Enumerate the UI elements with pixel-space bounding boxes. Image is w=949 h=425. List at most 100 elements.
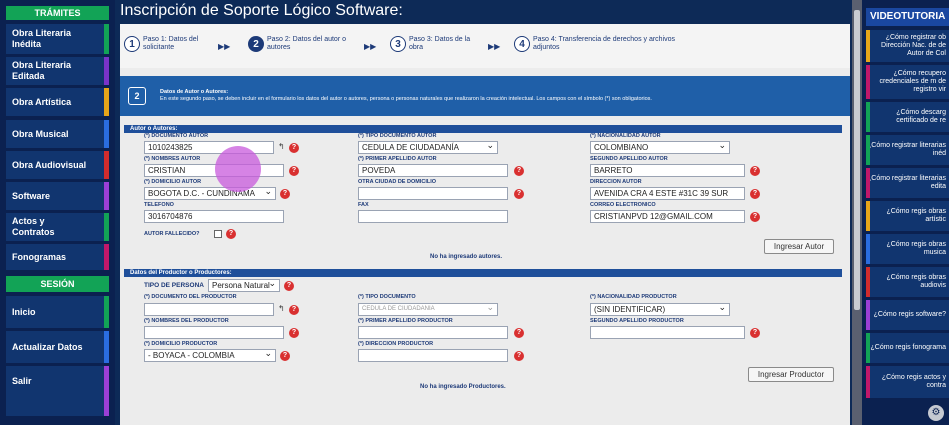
click-highlight [215, 146, 261, 192]
video-link-label: ¿Cómo regis obras artístic [886, 208, 946, 223]
help-icon[interactable]: ? [514, 328, 524, 338]
tipo-persona-select[interactable]: Persona Natural [208, 279, 280, 292]
correo-input[interactable]: CRISTIANPVD 12@GMAIL.COM [590, 210, 745, 223]
step-number: 1 [124, 36, 140, 52]
ingresar-productor-button[interactable]: Ingresar Productor [748, 367, 834, 382]
sidebar-item-obra-audiovisual[interactable]: Obra Audiovisual [6, 151, 109, 179]
search-icon[interactable]: ↰ [278, 142, 285, 151]
scrollbar-thumb[interactable] [854, 10, 860, 310]
search-icon[interactable]: ↰ [278, 304, 285, 313]
step-4[interactable]: 4 Paso 4: Transferencia de derechos y ar… [514, 36, 683, 52]
nombres-autor-input[interactable]: CRISTIAN [144, 164, 284, 177]
video-link[interactable]: ¿Cómo regis obras audiovis [866, 267, 949, 297]
video-link[interactable]: ¿Cómo registrar literarias edita [866, 168, 949, 198]
video-link-label: ¿Cómo regis fonograma [870, 344, 946, 351]
video-link[interactable]: ¿Cómo recupero credenciales de m de regi… [866, 65, 949, 99]
help-icon[interactable]: ? [280, 189, 290, 199]
video-link[interactable]: ¿Cómo registrar ob Dirección Nac. de de … [866, 30, 949, 62]
sidebar-item-fonogramas[interactable]: Fonogramas [6, 244, 109, 270]
help-icon[interactable]: ? [289, 166, 299, 176]
gear-icon[interactable]: ⚙ [928, 405, 944, 421]
sidebar-item-actos-contratos[interactable]: Actos y Contratos [6, 213, 109, 241]
nacionalidad-productor-select[interactable]: (SIN IDENTIFICAR) [590, 303, 730, 316]
fallecido-checkbox[interactable] [214, 230, 222, 238]
primer-apellido-autor-label: (*) PRIMER APELLIDO AUTOR [358, 156, 437, 162]
help-icon[interactable]: ? [514, 351, 524, 361]
sidebar-item-obra-literaria-editada[interactable]: Obra Literaria Editada [6, 57, 109, 85]
video-link-label: ¿Cómo regis obras musica [886, 241, 946, 256]
fax-input[interactable] [358, 210, 508, 223]
sidebar-item-label: Obra Musical [12, 128, 69, 139]
sidebar-item-color-bar [104, 120, 109, 148]
sidebar-item-software[interactable]: Software [6, 182, 109, 210]
nombres-productor-input[interactable] [144, 326, 284, 339]
video-color-bar [866, 234, 870, 264]
nombres-autor-label: (*) NOMBRES AUTOR [144, 156, 201, 162]
video-color-bar [866, 65, 870, 99]
otra-ciudad-input[interactable] [358, 187, 508, 200]
primer-apellido-productor-input[interactable] [358, 326, 508, 339]
step-number: 4 [514, 36, 530, 52]
otra-ciudad-label: OTRA CIUDAD DE DOMICILIO [358, 179, 437, 185]
video-link[interactable]: ¿Cómo descarg certificado de re [866, 102, 949, 132]
help-icon[interactable]: ? [289, 328, 299, 338]
tipo-doc-autor-label: (*) TIPO DOCUMENTO AUTOR [358, 133, 437, 139]
sidebar-item-label: Actualizar Datos [12, 341, 83, 352]
sidebar-item-actualizar-datos[interactable]: Actualizar Datos [6, 331, 109, 363]
video-link[interactable]: ¿Cómo regis actos y contra [866, 366, 949, 398]
domicilio-autor-select[interactable]: BOGOTA D.C. - CUNDINAMA [144, 187, 276, 200]
video-color-bar [866, 267, 870, 297]
nacionalidad-productor-label: (*) NACIONALIDAD PRODUCTOR [590, 294, 677, 300]
sidebar-item-salir[interactable]: Salir [6, 366, 109, 416]
video-color-bar [866, 135, 870, 165]
video-link[interactable]: ¿Cómo regis fonograma [866, 333, 949, 363]
sidebar-item-inicio[interactable]: Inicio [6, 296, 109, 328]
videotutorials-heading: VIDEOTUTORIA [866, 8, 949, 26]
help-icon[interactable]: ? [750, 212, 760, 222]
doc-productor-input[interactable] [144, 303, 274, 316]
ingresar-autor-button[interactable]: Ingresar Autor [764, 239, 834, 254]
help-icon[interactable]: ? [514, 166, 524, 176]
scrollbar[interactable] [852, 0, 862, 425]
help-icon[interactable]: ? [514, 189, 524, 199]
video-color-bar [866, 102, 870, 132]
tipo-doc-productor-label: (*) TIPO DOCUMENTO [358, 294, 416, 300]
direccion-productor-input[interactable] [358, 349, 508, 362]
help-icon[interactable]: ? [750, 189, 760, 199]
help-icon[interactable]: ? [284, 281, 294, 291]
telefono-input[interactable]: 3016704876 [144, 210, 284, 223]
help-icon[interactable]: ? [289, 305, 299, 315]
step-3[interactable]: 3 Paso 3: Datos de la obra [390, 36, 485, 52]
direccion-autor-input[interactable]: AVENIDA CRA 4 ESTE #31C 39 SUR [590, 187, 745, 200]
domicilio-productor-label: (*) DOMICILIO PRODUCTOR [144, 341, 218, 347]
tipo-doc-autor-select[interactable]: CEDULA DE CIUDADANÍA [358, 141, 498, 154]
step-1[interactable]: 1 Paso 1: Datos del solicitante [124, 36, 205, 52]
nacionalidad-autor-label: (*) NACIONALIDAD AUTOR [590, 133, 661, 139]
segundo-apellido-productor-input[interactable] [590, 326, 745, 339]
domicilio-productor-select[interactable]: - BOYACA - COLOMBIA [144, 349, 276, 362]
segundo-apellido-autor-input[interactable]: BARRETO [590, 164, 745, 177]
nacionalidad-autor-select[interactable]: COLOMBIANO [590, 141, 730, 154]
help-icon[interactable]: ? [226, 229, 236, 239]
sidebar-item-obra-literaria-inedita[interactable]: Obra Literaria Inédita [6, 24, 109, 54]
help-icon[interactable]: ? [289, 143, 299, 153]
domicilio-autor-label: (*) DOMICILIO AUTOR [144, 179, 202, 185]
video-link[interactable]: ¿Cómo regis obras musica [866, 234, 949, 264]
video-link[interactable]: ¿Cómo registrar literarias inéd [866, 135, 949, 165]
tipo-doc-productor-select[interactable]: CEDULA DE CIUDADANIA [358, 303, 498, 316]
help-icon[interactable]: ? [750, 328, 760, 338]
sidebar-item-obra-musical[interactable]: Obra Musical [6, 120, 109, 148]
page-title: Inscripción de Soporte Lógico Software: [120, 2, 403, 19]
help-icon[interactable]: ? [280, 351, 290, 361]
video-link[interactable]: ¿Cómo regis software? [866, 300, 949, 330]
help-icon[interactable]: ? [750, 166, 760, 176]
primer-apellido-autor-input[interactable]: POVEDA [358, 164, 508, 177]
sidebar-item-obra-artistica[interactable]: Obra Artística [6, 88, 109, 116]
step-2[interactable]: 2 Paso 2: Datos del autor o autores [248, 36, 365, 52]
video-link-label: ¿Cómo regis software? [873, 311, 946, 318]
step-label: Paso 3: Datos de la obra [409, 36, 471, 51]
video-color-bar [866, 30, 870, 62]
video-link[interactable]: ¿Cómo regis obras artístic [866, 201, 949, 231]
video-link-label: ¿Cómo recupero credenciales de m de regi… [879, 70, 946, 93]
sidebar-item-label: Actos y Contratos [12, 216, 55, 237]
